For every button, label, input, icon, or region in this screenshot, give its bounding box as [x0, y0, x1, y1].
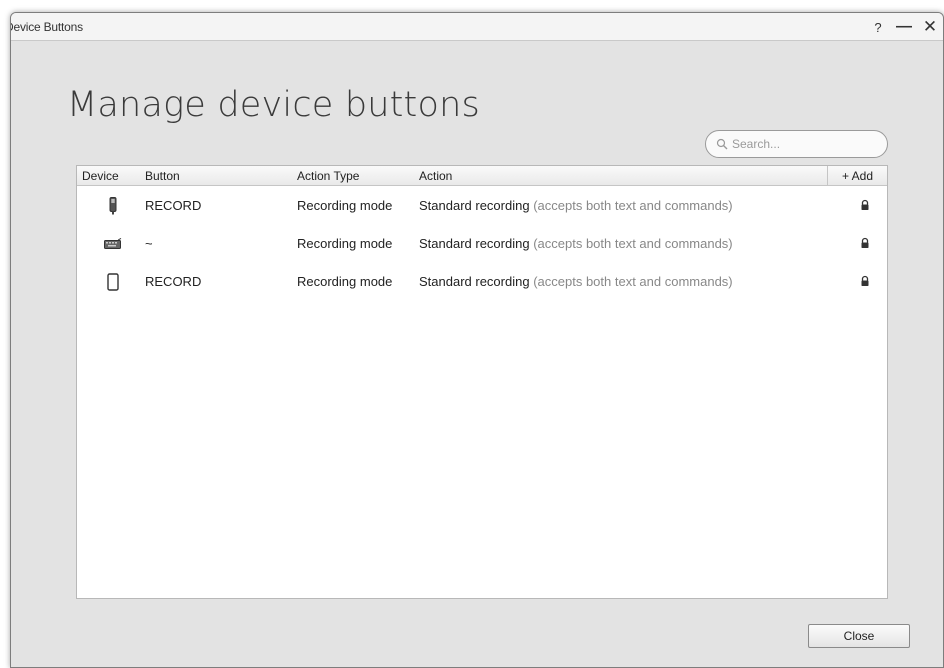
action: Standard recording (accepts both text an…: [419, 236, 733, 251]
table-header: Device Button Action Type Action + Add: [77, 166, 887, 186]
close-button[interactable]: Close: [808, 624, 910, 648]
add-button[interactable]: + Add: [827, 166, 887, 185]
action: Standard recording (accepts both text an…: [419, 198, 733, 213]
keyboard-icon: [101, 234, 125, 254]
action-note: (accepts both text and commands): [533, 198, 733, 213]
action-main: Standard recording: [419, 236, 530, 251]
column-header-action[interactable]: Action: [419, 169, 452, 183]
action-type: Recording mode: [297, 274, 393, 289]
lock-icon: [861, 199, 869, 210]
lock-icon: [861, 275, 869, 286]
table-row[interactable]: RECORD Recording mode Standard recording…: [77, 264, 887, 302]
device-buttons-table: Device Button Action Type Action + Add R…: [76, 165, 888, 599]
close-window-button[interactable]: ✕: [917, 15, 943, 39]
action-type: Recording mode: [297, 198, 393, 213]
title-bar: Device Buttons ? — ✕: [11, 13, 943, 41]
device-buttons-window: Device Buttons ? — ✕ Manage device butto…: [10, 12, 944, 668]
window-title: Device Buttons: [10, 20, 83, 34]
button-name: ~: [145, 236, 153, 251]
action-note: (accepts both text and commands): [533, 274, 733, 289]
search-box[interactable]: [705, 130, 888, 158]
lock-icon: [861, 237, 869, 248]
button-name: RECORD: [145, 274, 202, 289]
minimize-button[interactable]: —: [891, 15, 917, 39]
action-main: Standard recording: [419, 274, 530, 289]
help-button[interactable]: ?: [865, 15, 891, 39]
column-header-button[interactable]: Button: [145, 169, 180, 183]
mobile-phone-icon: [101, 272, 125, 292]
action-note: (accepts both text and commands): [533, 236, 733, 251]
dictation-microphone-icon: [101, 196, 125, 216]
page-title: Manage device buttons: [67, 85, 480, 125]
table-row[interactable]: ~ Recording mode Standard recording (acc…: [77, 226, 887, 264]
search-input[interactable]: [732, 137, 872, 151]
action: Standard recording (accepts both text an…: [419, 274, 733, 289]
column-header-action-type[interactable]: Action Type: [297, 169, 359, 183]
action-main: Standard recording: [419, 198, 530, 213]
button-name: RECORD: [145, 198, 202, 213]
table-row[interactable]: RECORD Recording mode Standard recording…: [77, 188, 887, 226]
action-type: Recording mode: [297, 236, 393, 251]
search-icon: [716, 138, 728, 150]
window-controls: ? — ✕: [865, 15, 943, 39]
column-header-device[interactable]: Device: [82, 169, 119, 183]
